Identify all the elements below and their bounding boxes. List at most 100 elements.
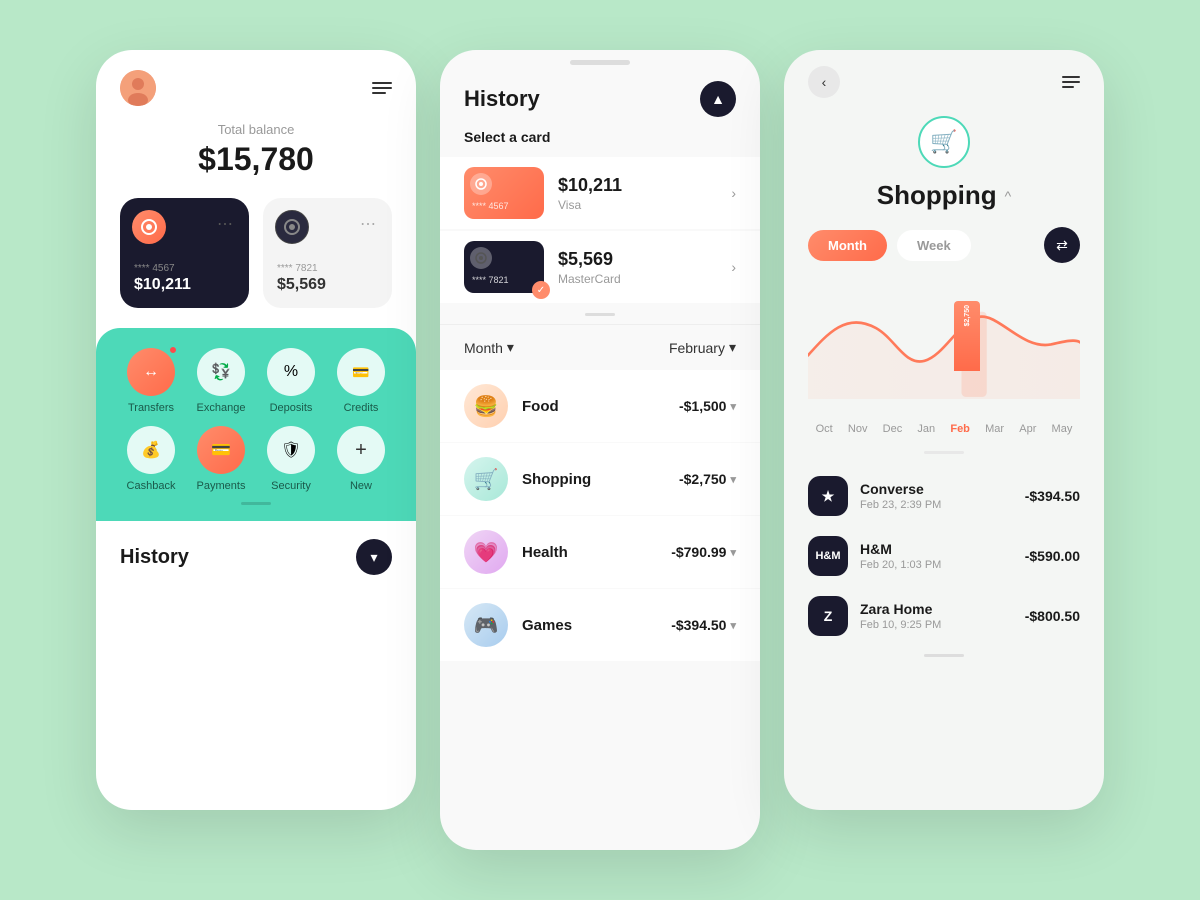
shopping-label: Shopping <box>522 471 665 488</box>
history-collapse-button[interactable]: ▲ <box>700 81 736 117</box>
security-icon: 🛡 <box>267 426 315 474</box>
phone3-header: ‹ <box>784 50 1104 106</box>
card-option-visa[interactable]: **** 4567 $10,211 Visa › <box>440 157 760 229</box>
phone-shopping: ‹ 🛒 Shopping ^ Month Week ⇄ <box>784 50 1104 810</box>
card-2-num: **** 7821 <box>277 263 378 274</box>
months-row: Oct Nov Dec Jan Feb Mar Apr May <box>784 419 1104 447</box>
converse-icon: ★ <box>808 476 848 516</box>
zara-name: Zara Home <box>860 601 1013 617</box>
transaction-converse[interactable]: ★ Converse Feb 23, 2:39 PM -$394.50 <box>784 466 1104 526</box>
exchange-button[interactable]: ⇄ <box>1044 227 1080 263</box>
history-page-title: History <box>464 86 540 112</box>
security-label: Security <box>271 480 311 492</box>
cards-row: ⋯ **** 4567 $10,211 ⋯ **** 7821 $5,569 <box>96 198 416 328</box>
visa-chevron-right: › <box>731 185 736 201</box>
shopping-icon: 🛒 <box>464 457 508 501</box>
transaction-zara[interactable]: Z Zara Home Feb 10, 9:25 PM -$800.50 <box>784 586 1104 646</box>
visa-card-num: **** 4567 <box>472 201 536 211</box>
history-title: History <box>120 546 189 569</box>
card-2-icon <box>275 210 309 244</box>
zara-date: Feb 10, 9:25 PM <box>860 619 1013 631</box>
phone3-divider <box>924 451 964 454</box>
period-filter-chevron: ▾ <box>729 339 736 356</box>
action-deposits[interactable]: % Deposits <box>260 348 322 414</box>
converse-info: Converse Feb 23, 2:39 PM <box>860 481 1013 511</box>
category-health[interactable]: 💗 Health -$790.99 ▾ <box>440 516 760 588</box>
card-1-dots: ⋯ <box>217 214 235 234</box>
credits-icon: 💳 <box>337 348 385 396</box>
zara-amount: -$800.50 <box>1025 608 1080 624</box>
converse-name: Converse <box>860 481 1013 497</box>
food-label: Food <box>522 398 665 415</box>
shopping-amount: -$2,750 ▾ <box>679 471 736 487</box>
selected-badge: ✓ <box>532 281 550 299</box>
visa-card-icon <box>470 173 492 195</box>
action-new[interactable]: + New <box>330 426 392 492</box>
category-shopping[interactable]: 🛒 Shopping -$2,750 ▾ <box>440 443 760 515</box>
action-transfers[interactable]: ↔ Transfers <box>120 348 182 414</box>
period-filter-label: February <box>669 340 725 356</box>
action-cashback[interactable]: 💰 Cashback <box>120 426 182 492</box>
action-exchange[interactable]: 💱 Exchange <box>190 348 252 414</box>
action-payments[interactable]: 💳 Payments <box>190 426 252 492</box>
card-1-icon <box>132 210 166 244</box>
chart-bar: $2,750 <box>954 301 980 371</box>
history-bar: History ▾ <box>96 521 416 593</box>
period-filter-button[interactable]: February ▾ <box>669 339 736 356</box>
chart-area: $2,750 <box>784 279 1104 419</box>
phone-dashboard: Total balance $15,780 ⋯ **** 4567 $10,21… <box>96 50 416 810</box>
shopping-chevron-up: ^ <box>1005 188 1012 204</box>
converse-amount: -$394.50 <box>1025 488 1080 504</box>
shopping-icon-wrap: 🛒 <box>784 106 1104 176</box>
card-2[interactable]: ⋯ **** 7821 $5,569 <box>263 198 392 308</box>
mastercard-mini: **** 7821 ✓ <box>464 241 544 293</box>
exchange-label: Exchange <box>197 402 246 414</box>
total-balance-amount: $15,780 <box>96 141 416 178</box>
month-oct: Oct <box>816 423 833 435</box>
card-1-num: **** 4567 <box>134 263 235 274</box>
new-icon: + <box>337 426 385 474</box>
mastercard-type: MasterCard <box>558 272 717 286</box>
action-credits[interactable]: 💳 Credits <box>330 348 392 414</box>
month-filter-label: Month <box>464 340 503 356</box>
games-amount: -$394.50 ▾ <box>671 617 736 633</box>
mastercard-icon <box>470 247 492 269</box>
month-dec: Dec <box>883 423 903 435</box>
menu-icon[interactable] <box>372 82 392 94</box>
month-filter-button[interactable]: Month ▾ <box>464 339 514 356</box>
phone-history: History ▲ Select a card **** 4567 $10,21… <box>440 50 760 850</box>
card-2-dots: ⋯ <box>360 214 378 234</box>
phone2-header: History ▲ <box>440 65 760 129</box>
actions-grid-row1: ↔ Transfers 💱 Exchange % Deposits <box>120 348 392 414</box>
transaction-hm[interactable]: H&M H&M Feb 20, 1:03 PM -$590.00 <box>784 526 1104 586</box>
category-games[interactable]: 🎮 Games -$394.50 ▾ <box>440 589 760 661</box>
avatar[interactable] <box>120 70 156 106</box>
select-card-label: Select a card <box>440 129 760 157</box>
month-filter-chevron: ▾ <box>507 339 514 356</box>
card-option-mastercard[interactable]: **** 7821 ✓ $5,569 MasterCard › <box>440 231 760 303</box>
action-security[interactable]: 🛡 Security <box>260 426 322 492</box>
history-chevron-button[interactable]: ▾ <box>356 539 392 575</box>
tab-week[interactable]: Week <box>897 230 971 261</box>
month-jan: Jan <box>917 423 935 435</box>
category-food[interactable]: 🍔 Food -$1,500 ▾ <box>440 370 760 442</box>
games-label: Games <box>522 617 657 634</box>
health-amount: -$790.99 ▾ <box>671 544 736 560</box>
back-button[interactable]: ‹ <box>808 66 840 98</box>
payments-label: Payments <box>197 480 246 492</box>
month-feb: Feb <box>950 423 970 435</box>
card-1[interactable]: ⋯ **** 4567 $10,211 <box>120 198 249 308</box>
hm-icon: H&M <box>808 536 848 576</box>
phone3-menu-icon[interactable] <box>1062 76 1080 88</box>
converse-date: Feb 23, 2:39 PM <box>860 499 1013 511</box>
mastercard-amount: $5,569 <box>558 249 717 270</box>
hm-date: Feb 20, 1:03 PM <box>860 559 1013 571</box>
payments-icon: 💳 <box>197 426 245 474</box>
mastercard-num: **** 7821 <box>472 275 536 285</box>
cashback-label: Cashback <box>127 480 176 492</box>
tab-month[interactable]: Month <box>808 230 887 261</box>
hm-name: H&M <box>860 541 1013 557</box>
actions-grid-row2: 💰 Cashback 💳 Payments 🛡 Security <box>120 426 392 492</box>
hm-amount: -$590.00 <box>1025 548 1080 564</box>
quick-actions: ↔ Transfers 💱 Exchange % Deposits <box>96 328 416 521</box>
